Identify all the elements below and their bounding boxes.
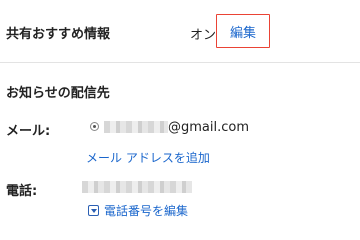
dropdown-arrow-icon[interactable] — [88, 205, 99, 216]
email-domain: @gmail.com — [168, 120, 250, 135]
sharing-edit-label[interactable]: 編集 — [230, 22, 256, 41]
section-divider — [0, 62, 360, 63]
email-label: メール: — [6, 124, 51, 139]
redacted-phone-number — [82, 181, 192, 193]
notifications-title: お知らせの配信先 — [6, 86, 110, 101]
phone-label: 電話: — [6, 184, 38, 199]
add-email-link[interactable]: メール アドレスを追加 — [86, 149, 210, 166]
sharing-status: オン — [190, 28, 217, 43]
edit-phone-link[interactable]: 電話番号を編集 — [104, 202, 188, 219]
email-radio[interactable] — [90, 122, 99, 131]
redacted-email-username — [104, 121, 168, 133]
sharing-title: 共有おすすめ情報 — [6, 27, 111, 42]
sharing-edit-button[interactable]: 編集 — [216, 14, 270, 48]
